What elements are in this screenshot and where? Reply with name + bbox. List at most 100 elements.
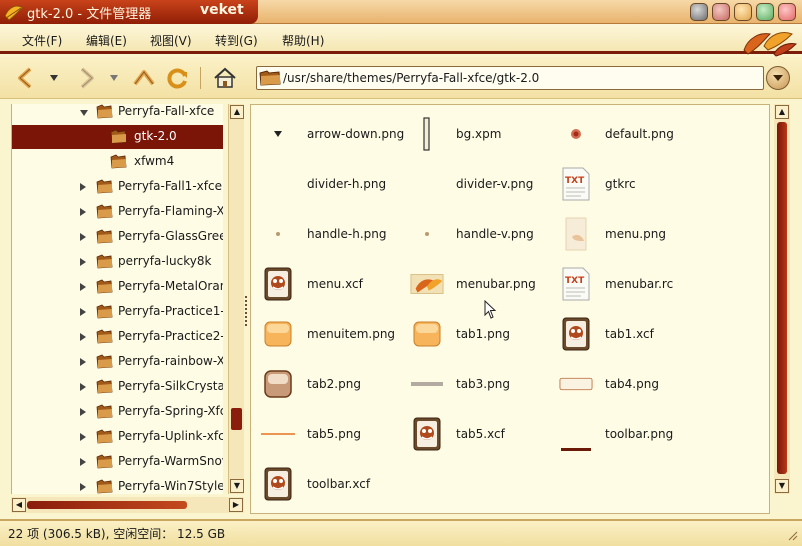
stick-button[interactable] <box>756 3 774 21</box>
tree-item[interactable]: Perryfa-rainbow-X <box>12 350 223 374</box>
file-item[interactable]: divider-h.png <box>261 165 406 205</box>
forward-history-button[interactable] <box>106 64 122 92</box>
home-button[interactable] <box>210 64 240 92</box>
resize-grip-icon[interactable] <box>786 529 798 541</box>
expander-closed-icon[interactable] <box>80 383 86 391</box>
location-dropdown-button[interactable] <box>766 66 790 90</box>
back-arrow-icon <box>18 67 32 89</box>
file-item[interactable]: tab5.xcf <box>410 415 555 455</box>
tree-horizontal-scrollbar[interactable]: ◀ ▶ <box>11 497 244 513</box>
folder-icon <box>96 379 113 394</box>
shade-button[interactable] <box>734 3 752 21</box>
scroll-down-arrow-icon[interactable]: ▼ <box>230 479 244 493</box>
scroll-down-arrow-icon[interactable]: ▼ <box>775 479 789 493</box>
menu-view[interactable]: 视图(V) <box>150 32 192 49</box>
file-item[interactable]: tab5.png <box>261 415 406 455</box>
file-item[interactable]: menuitem.png <box>261 315 406 355</box>
tree-item[interactable]: Perryfa-Uplink-xfce <box>12 425 223 449</box>
reload-button[interactable] <box>164 64 192 92</box>
tree-item[interactable]: Perryfa-MetalOran <box>12 275 223 299</box>
file-item[interactable]: tab2.png <box>261 365 406 405</box>
file-item[interactable]: toolbar.png <box>559 415 704 455</box>
title-bar[interactable]: gtk-2.0 - 文件管理器 veket <box>0 0 802 24</box>
files-scroll-thumb[interactable] <box>777 122 787 474</box>
file-item[interactable]: arrow-down.png <box>261 115 406 155</box>
menu-go[interactable]: 转到(G) <box>215 32 258 49</box>
expander-closed-icon[interactable] <box>80 258 86 266</box>
tree-item[interactable]: Perryfa-GlassGree <box>12 225 223 249</box>
scroll-up-arrow-icon[interactable]: ▲ <box>775 105 789 119</box>
tree-item[interactable]: Perryfa-Win7Style- <box>12 475 223 494</box>
tree-item-label: Perryfa-Practice2-: <box>118 329 223 343</box>
file-item[interactable]: tab3.png <box>410 365 555 405</box>
tree-vertical-scrollbar[interactable]: ▲ ▼ <box>228 104 244 494</box>
expander-closed-icon[interactable] <box>80 208 86 216</box>
forward-arrow-icon <box>80 67 94 89</box>
scroll-right-arrow-icon[interactable]: ▶ <box>229 498 243 512</box>
tree-item[interactable]: gtk-2.0 <box>12 125 223 149</box>
svg-text:TXT: TXT <box>565 176 585 186</box>
brown-rect-icon <box>261 367 295 401</box>
xcf-icon <box>261 467 295 501</box>
scroll-left-arrow-icon[interactable]: ◀ <box>12 498 26 512</box>
scroll-up-arrow-icon[interactable]: ▲ <box>230 105 244 119</box>
up-button[interactable] <box>130 64 158 92</box>
location-bar[interactable] <box>256 66 764 90</box>
tree-item[interactable]: Perryfa-Fall1-xfce <box>12 175 223 199</box>
expander-closed-icon[interactable] <box>80 333 86 341</box>
forward-button[interactable] <box>72 64 100 92</box>
tree-hscroll-thumb[interactable] <box>27 501 187 509</box>
file-item[interactable]: toolbar.xcf <box>261 465 406 505</box>
file-item[interactable]: menu.xcf <box>261 265 406 305</box>
tree-item[interactable]: xfwm4 <box>12 150 223 174</box>
file-name: handle-v.png <box>456 227 534 241</box>
file-item[interactable]: TXT menubar.rc <box>559 265 704 305</box>
tree-item[interactable]: Perryfa-Flaming-Xf <box>12 200 223 224</box>
file-name: divider-h.png <box>307 177 387 191</box>
tree-item[interactable]: Perryfa-SilkCrystal- <box>12 375 223 399</box>
file-item[interactable]: divider-v.png <box>410 165 555 205</box>
expander-closed-icon[interactable] <box>80 483 86 491</box>
expander-closed-icon[interactable] <box>80 358 86 366</box>
close-button[interactable] <box>778 3 796 21</box>
expander-closed-icon[interactable] <box>80 233 86 241</box>
files-vertical-scrollbar[interactable]: ▲ ▼ <box>774 104 790 494</box>
expander-closed-icon[interactable] <box>80 283 86 291</box>
file-item[interactable]: menubar.png <box>410 265 555 305</box>
expander-closed-icon[interactable] <box>80 308 86 316</box>
tree-item[interactable]: Perryfa-Spring-Xfc <box>12 400 223 424</box>
menu-help[interactable]: 帮助(H) <box>282 32 324 49</box>
folder-tree[interactable]: Perryfa-Fall-xfce gtk-2.0 xfwm4 Perryfa-Fal… <box>11 104 223 494</box>
file-item[interactable]: TXT gtkrc <box>559 165 704 205</box>
file-item[interactable]: bg.xpm <box>410 115 555 155</box>
file-item[interactable]: tab1.xcf <box>559 315 704 355</box>
file-item[interactable]: default.png <box>559 115 704 155</box>
pane-resize-handle[interactable] <box>245 296 249 326</box>
tree-item[interactable]: Perryfa-WarmSnov <box>12 450 223 474</box>
tree-item[interactable]: Perryfa-Fall-xfce <box>12 104 223 124</box>
menu-file[interactable]: 文件(F) <box>22 32 62 49</box>
tree-item[interactable]: Perryfa-Practice1-x <box>12 300 223 324</box>
location-input[interactable] <box>283 70 753 86</box>
file-item[interactable]: tab4.png <box>559 365 704 405</box>
file-name: arrow-down.png <box>307 127 405 141</box>
file-item[interactable]: tab1.png <box>410 315 555 355</box>
expander-open-icon[interactable] <box>80 110 88 116</box>
back-button[interactable] <box>12 64 40 92</box>
expander-closed-icon[interactable] <box>80 433 86 441</box>
folder-icon <box>96 454 113 469</box>
file-item[interactable]: handle-h.png <box>261 215 406 255</box>
file-item[interactable]: handle-v.png <box>410 215 555 255</box>
expander-closed-icon[interactable] <box>80 183 86 191</box>
back-history-button[interactable] <box>46 64 62 92</box>
expander-closed-icon[interactable] <box>80 408 86 416</box>
expander-closed-icon[interactable] <box>80 458 86 466</box>
minimize-button[interactable] <box>690 3 708 21</box>
menu-edit[interactable]: 编辑(E) <box>86 32 127 49</box>
tree-scroll-thumb[interactable] <box>231 408 242 430</box>
tree-item[interactable]: Perryfa-Practice2-: <box>12 325 223 349</box>
maximize-button[interactable] <box>712 3 730 21</box>
file-icon-view[interactable]: arrow-down.png bg.xpm default.png divider-h… <box>250 104 770 514</box>
tree-item[interactable]: perryfa-lucky8k <box>12 250 223 274</box>
file-item[interactable]: menu.png <box>559 215 704 255</box>
